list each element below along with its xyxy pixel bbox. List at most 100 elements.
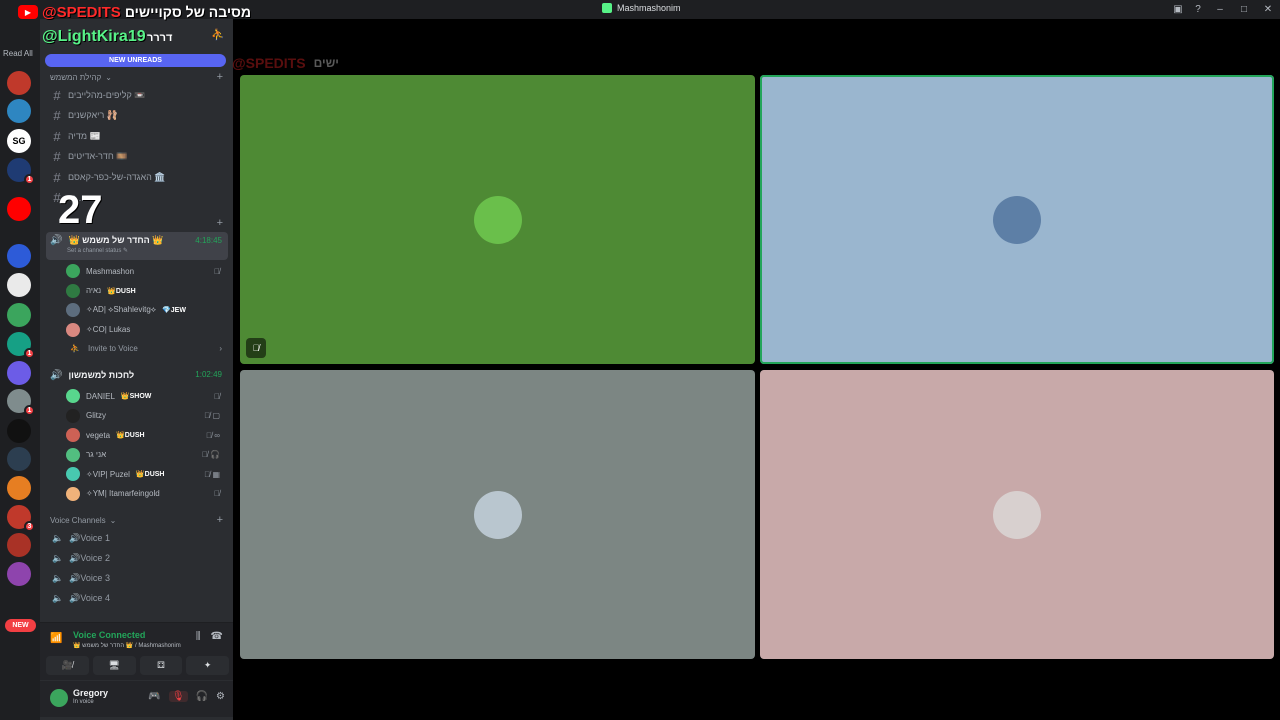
voice-channel[interactable]: 🔈 🔊Voice 3 [48,570,226,588]
activity-icon[interactable]: 🎮 [148,691,160,702]
server-icon[interactable] [7,99,31,123]
mic-muted-icon: 🎙̸ ▢ [204,411,220,420]
voice-member[interactable]: ✧CO| Lukas [66,321,226,339]
voice-channel[interactable]: 🔊 לחכות למשמשון 1:02:49 [46,366,228,384]
server-icon[interactable]: 1 [7,332,35,359]
activities-button[interactable]: ⚃ [139,656,183,675]
text-channel-label: חדר-אדיטים 🎞️ [68,151,128,161]
text-channel-label: ריאקשנים 🩰 [68,110,118,120]
voice-channel[interactable]: 🔈 🔊Voice 4 [48,590,226,608]
chevron-down-icon: ⌄ [105,73,112,82]
voice-member[interactable]: vegeta 👑DUSH 🎙̸ ∞ [66,426,226,444]
voice-member[interactable]: אני גר 🎙̸ 🎧 [66,446,226,464]
headphones-icon[interactable]: 🎧 [196,691,208,702]
voice-member[interactable]: ✧AD| ⟡Shahlevitg⟡ 💎JEW [66,301,226,319]
avatar [66,447,80,462]
add-member-icon: ⛹ [70,344,80,353]
maximize-button[interactable]: □ [1232,0,1256,19]
new-unreads-pill[interactable]: NEW [5,619,36,632]
text-channel[interactable]: # מדיה 📰 [48,127,226,145]
voice-channel-timer: 1:02:49 [195,370,222,379]
text-channel[interactable]: # קליפים-מהלייבים 📼 [48,86,226,104]
read-all-button[interactable]: Read All [3,49,33,58]
voice-member[interactable]: ✧VIP| Puzel 👑DUSH 🎙̸ ▦ [66,465,226,483]
voice-member[interactable]: ✧YM| Itamarfeingold 🎙̸ [66,485,226,503]
category-voice[interactable]: Voice Channels ⌄ [50,516,116,525]
screen-share-button[interactable]: 🖥 [92,656,136,675]
server-icon[interactable] [7,533,31,557]
user-panel: Gregory In voice 🎮 🎙 🎧 ⚙ [40,681,233,717]
new-unreads-bar[interactable]: NEW UNREADS [45,54,226,67]
voice-status-sub[interactable]: 👑 החדר של משמש 👑 / Mashmashonim [73,642,181,649]
participant-tile[interactable] [760,75,1274,364]
server-icon[interactable] [7,197,31,221]
server-icon[interactable] [7,303,31,327]
server-icon[interactable]: 1 [7,389,35,416]
signal-icon[interactable]: 📶 [50,633,62,644]
voice-channel[interactable]: 🔊 👑 החדר של משמש 👑 4:18:45 Set a channel st… [46,232,228,260]
server-icon[interactable] [7,361,31,385]
voice-channel-label: 🔊Voice 2 [69,552,110,563]
hash-icon: # [53,87,61,103]
server-icon[interactable] [7,244,31,268]
minimize-button[interactable]: – [1208,0,1232,19]
server-icon[interactable] [7,71,31,95]
text-channel[interactable]: # חדר-אדיטים 🎞️ [48,148,226,166]
disconnect-icon[interactable]: ☎ [211,631,223,642]
speaker-icon: 🔈 [52,552,64,563]
mic-muted-icon: 🎙̸ [246,338,266,358]
server-list: Read All SG 1 1 1 3 NEW [0,19,40,720]
user-name[interactable]: Gregory [73,688,108,698]
voice-member[interactable]: DANIEL 👑SHOW 🎙̸ [66,387,226,405]
server-icon[interactable] [7,273,31,297]
voice-member[interactable]: נאיה 👑DUSH [66,282,226,300]
participant-tile[interactable] [240,370,755,659]
add-channel-icon[interactable]: + [217,514,223,526]
avatar [66,303,80,317]
voice-channel-label: 🔊Voice 4 [69,593,110,604]
close-button[interactable]: ✕ [1256,0,1280,19]
participant-tile[interactable] [760,370,1274,659]
voice-member[interactable]: Glitzy 🎙̸ ▢ [66,407,226,425]
noise-suppression-icon[interactable]: ⫼ [196,631,201,642]
mic-muted-icon[interactable]: 🎙 [168,691,188,702]
speaker-icon: 🔈 [52,593,64,604]
overlay-handle: @LightKira19 [42,28,146,45]
member-name: DANIEL [86,391,115,401]
participant-tile[interactable]: 🎙̸ [240,75,755,364]
server-icon[interactable]: 3 [7,505,35,532]
inbox-icon[interactable]: ▣ [1168,0,1188,19]
overlay-spedits: @SPEDITS [42,3,121,21]
server-icon[interactable] [7,447,31,471]
invite-people-icon[interactable]: ⛹ [211,28,225,41]
server-icon[interactable] [7,562,31,586]
text-channel[interactable]: # האגדה-של-כפר-קאסם 🏛️ [48,168,226,186]
add-channel-icon[interactable]: + [217,217,223,229]
camera-off-button[interactable]: 🎥̸ [46,656,89,675]
overlay-handle-tag: דררר [147,32,173,44]
server-icon[interactable] [7,419,31,443]
voice-channel[interactable]: 🔈 🔊Voice 2 [48,549,226,567]
voice-channel-label: 🔊Voice 1 [69,532,110,543]
member-name: ✧AD| ⟡Shahlevitg⟡ [86,305,157,314]
text-channel[interactable]: # ריאקשנים 🩰 [48,107,226,125]
server-icon[interactable]: SG [7,129,31,153]
server-icon[interactable] [7,476,31,500]
category-text[interactable]: קהילת המשמש ⌄ [50,73,112,82]
add-channel-icon[interactable]: + [217,71,223,83]
avatar [993,490,1041,539]
user-status: In voice [73,699,94,705]
member-name: vegeta [86,430,111,440]
avatar[interactable] [50,689,68,707]
help-icon[interactable]: ? [1188,0,1208,19]
invite-to-voice[interactable]: ⛹ Invite to Voice › [70,344,226,353]
voice-status[interactable]: Voice Connected [73,630,145,640]
soundboard-button[interactable]: ✦ [186,656,229,675]
role-tag: 💎JEW [162,307,186,314]
mic-muted-icon: 🎙̸ ▦ [204,469,220,479]
server-icon[interactable]: 1 [7,158,35,185]
voice-member[interactable]: Mashmashon 🎙̸ [66,262,226,280]
voice-channel[interactable]: 🔈 🔊Voice 1 [48,529,226,547]
settings-gear-icon[interactable]: ⚙ [216,691,225,702]
channel-status[interactable]: Set a channel status ✎ [67,247,128,254]
